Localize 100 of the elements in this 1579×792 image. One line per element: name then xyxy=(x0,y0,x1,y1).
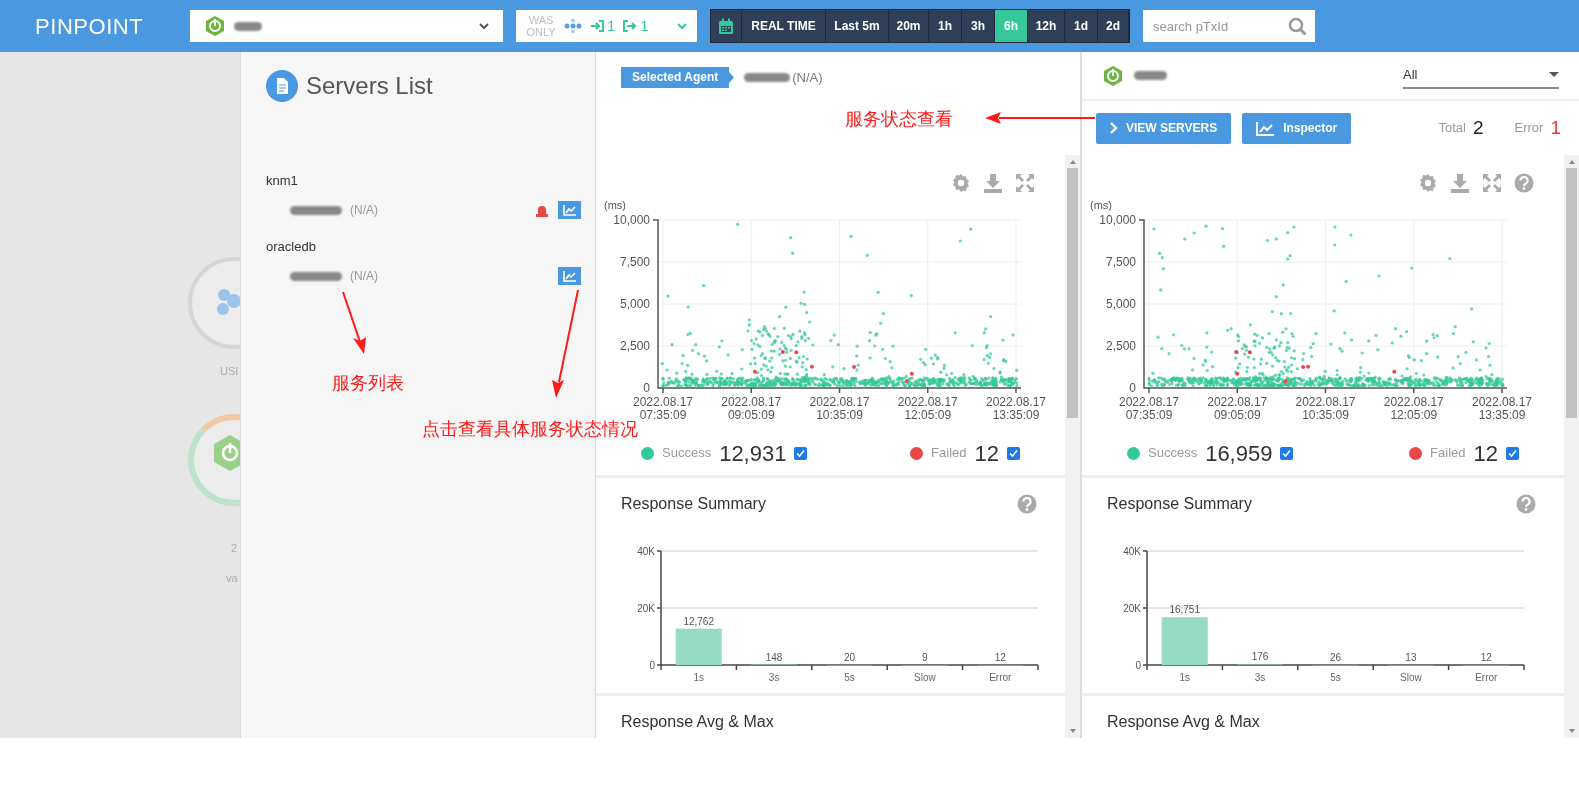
value-label: 148 xyxy=(765,651,783,663)
chart-button[interactable] xyxy=(558,201,581,219)
axis-tick-label: 2022.08.17 07:35:09 xyxy=(1118,395,1180,422)
time-range-tab[interactable]: 2d xyxy=(1098,10,1129,42)
value-label: 12 xyxy=(1480,651,1492,663)
agent-status: (N/A) xyxy=(350,268,378,285)
section-title: Response Avg & Max xyxy=(621,713,774,730)
axis-tick-label: 0 xyxy=(1135,660,1141,671)
time-range-tab[interactable]: Last 5m xyxy=(826,10,889,42)
check-icon xyxy=(1282,448,1292,458)
inbound-count: 1 xyxy=(607,15,616,36)
axis-tick-label: 7,500 xyxy=(619,255,650,269)
help-icon[interactable] xyxy=(1516,494,1536,514)
annotation-text: 服务状态查看 xyxy=(845,108,953,131)
time-range-tab[interactable]: REAL TIME xyxy=(742,10,826,42)
legend-count: 12 xyxy=(974,439,999,468)
axis-tick-label: 40K xyxy=(1123,546,1141,557)
node-label: va xyxy=(226,571,238,586)
axis-tick-label: 10,000 xyxy=(1099,213,1136,227)
section-title: Response Summary xyxy=(1107,494,1252,514)
chart-icon xyxy=(562,270,577,282)
value-label: 176 xyxy=(1251,651,1269,663)
redaction-blur xyxy=(234,21,262,31)
checkbox[interactable] xyxy=(1007,446,1020,460)
legend-label: Failed xyxy=(931,444,967,463)
agent-status: (N/A) xyxy=(350,202,378,219)
chevron-icon xyxy=(1110,122,1118,134)
category-label: Slow xyxy=(914,672,936,683)
value-label: 12 xyxy=(994,651,1006,663)
nodes-icon xyxy=(564,18,582,34)
help-icon[interactable] xyxy=(1514,173,1534,193)
sign-in-icon xyxy=(590,20,604,32)
caret-icon[interactable] xyxy=(677,22,687,30)
category-label: 3s xyxy=(1254,672,1266,683)
application-select[interactable] xyxy=(190,10,503,42)
help-icon[interactable] xyxy=(1017,494,1037,514)
chart-icon xyxy=(1256,120,1276,136)
logo: PINPOINT xyxy=(35,12,145,41)
settings-icon[interactable] xyxy=(951,173,971,193)
value-label: 13 xyxy=(1405,651,1417,663)
redaction-blur xyxy=(290,271,342,281)
download-icon[interactable] xyxy=(983,173,1003,193)
scroll-down-icon xyxy=(1567,728,1576,734)
legend-count: 16,959 xyxy=(1205,439,1273,468)
filter-select[interactable]: All xyxy=(1403,62,1559,89)
expand-icon[interactable] xyxy=(1015,173,1035,193)
expand-icon[interactable] xyxy=(1482,173,1502,193)
caret-icon xyxy=(1549,72,1559,77)
time-range-tab[interactable]: 1h xyxy=(929,10,962,42)
axis-tick-label: 2022.08.17 13:35:09 xyxy=(1471,395,1533,422)
axis-tick-label: 2022.08.17 12:05:09 xyxy=(1383,395,1444,422)
scroll-up-icon xyxy=(1068,159,1077,165)
value-label: 9 xyxy=(922,651,928,663)
axis-tick-label: 20K xyxy=(637,603,655,614)
node-label: USI xyxy=(220,364,239,379)
outbound-count: 1 xyxy=(640,15,649,36)
node-count: 2 xyxy=(231,541,238,556)
total-label: Total xyxy=(1438,119,1466,138)
axis-tick-label: 2022.08.17 10:35:09 xyxy=(809,395,870,422)
category-label: 1s xyxy=(1179,672,1190,683)
section-title: Response Summary xyxy=(621,494,766,514)
server-group-name: oracledb xyxy=(266,238,317,256)
chart-button[interactable] xyxy=(558,267,581,285)
value-label: 12,762 xyxy=(683,615,714,627)
checkbox[interactable] xyxy=(1280,446,1294,460)
axis-tick-label: 2,500 xyxy=(1105,339,1136,353)
category-label: 1s xyxy=(693,672,704,683)
axis-tick-label: 2022.08.17 09:05:09 xyxy=(1207,395,1268,422)
redaction-blur xyxy=(744,73,791,82)
value-label: 26 xyxy=(1329,651,1342,663)
filter-label: WAS ONLY xyxy=(526,14,556,38)
time-range-tab[interactable]: 12h xyxy=(1028,10,1065,42)
axis-tick-label: 5,000 xyxy=(619,297,650,311)
axis-tick-label: 2022.08.17 10:35:09 xyxy=(1295,395,1356,422)
search-field[interactable]: search pTxId xyxy=(1143,10,1315,42)
legend-label: Success xyxy=(662,444,712,463)
axis-unit-label: (ms) xyxy=(1090,199,1112,211)
axis-tick-label: 5,000 xyxy=(1105,297,1136,311)
settings-icon[interactable] xyxy=(1418,173,1438,193)
axis-unit-label: (ms) xyxy=(604,199,626,211)
legend-label: Success xyxy=(1148,444,1198,463)
category-label: 5s xyxy=(1330,672,1341,683)
axis-tick-label: 2,500 xyxy=(619,339,650,353)
time-range-tab[interactable]: 1d xyxy=(1065,10,1098,42)
panel-title: Servers List xyxy=(306,71,433,101)
time-range-tab[interactable]: 20m xyxy=(889,10,929,42)
checkbox[interactable] xyxy=(794,446,808,460)
bar xyxy=(1161,617,1208,665)
users-icon xyxy=(214,287,240,317)
axis-tick-label: 0 xyxy=(643,381,650,395)
error-label: Error xyxy=(1514,119,1544,138)
bar xyxy=(675,628,722,665)
download-icon[interactable] xyxy=(1450,173,1470,193)
checkbox[interactable] xyxy=(1506,446,1519,460)
legend-count: 12,931 xyxy=(719,439,787,468)
power-icon xyxy=(204,15,226,37)
axis-tick-label: 0 xyxy=(1129,381,1136,395)
category-label: 5s xyxy=(844,672,855,683)
axis-tick-label: 2022.08.17 09:05:09 xyxy=(721,395,782,422)
axis-tick-label: 0 xyxy=(649,660,655,671)
